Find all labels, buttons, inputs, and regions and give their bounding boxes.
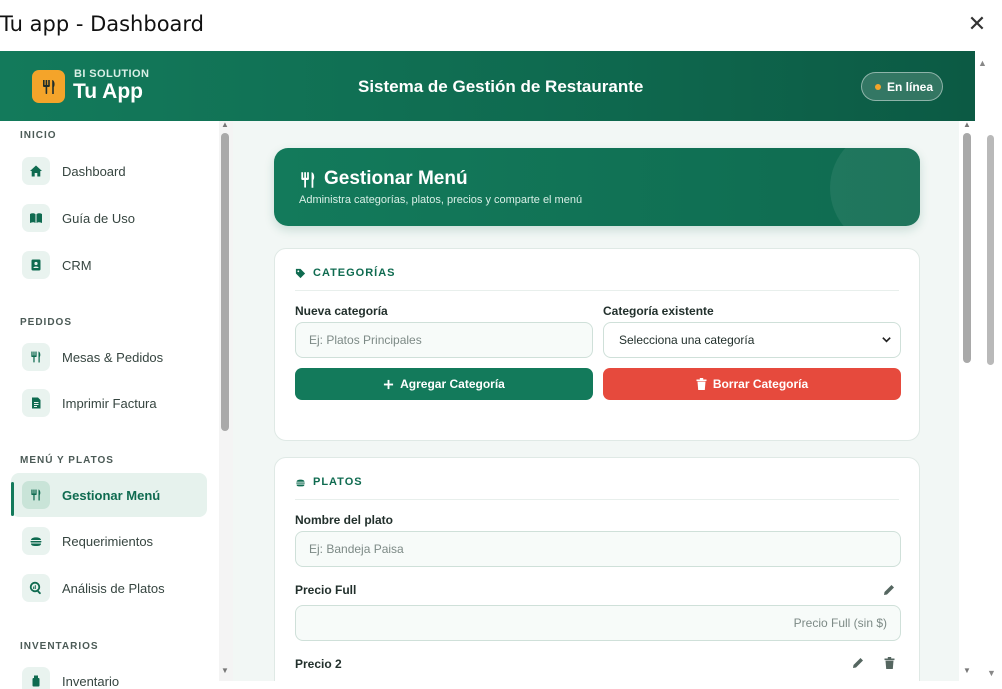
nombre-plato-label: Nombre del plato (295, 513, 394, 527)
window-scrollbar[interactable]: ▼ (975, 51, 1002, 689)
burger-icon (295, 477, 306, 488)
nueva-categoria-input[interactable]: Ej: Platos Principales (295, 322, 593, 358)
sidebar-item-requerimientos[interactable]: Requerimientos (11, 519, 207, 563)
scroll-down-icon[interactable]: ▼ (963, 666, 971, 675)
sidebar-item-crm[interactable]: CRM (11, 243, 207, 287)
categoria-existente-select[interactable]: Selecciona una categoría (603, 322, 901, 358)
trash-icon[interactable] (881, 655, 897, 671)
divider (295, 290, 899, 291)
sidebar-item-dashboard[interactable]: Dashboard (11, 149, 207, 193)
status-dot-icon (875, 83, 881, 90)
sidebar-item-label: CRM (62, 257, 92, 273)
categorias-card: CATEGORÍAS Nueva categoría Ej: Platos Pr… (274, 248, 920, 441)
categorias-heading-label: CATEGORÍAS (313, 267, 396, 279)
window-scrollbar-thumb[interactable] (987, 135, 994, 365)
categoria-existente-label: Categoría existente (603, 304, 714, 318)
window-title: Tu app - Dashboard (0, 12, 205, 36)
utensils-icon (298, 170, 318, 195)
nueva-categoria-label: Nueva categoría (295, 304, 388, 318)
sidebar-item-guia[interactable]: Guía de Uso (11, 196, 207, 240)
add-category-label: Agregar Categoría (400, 377, 505, 391)
platos-heading-label: PLATOS (313, 476, 363, 488)
hero-decoration (830, 148, 920, 226)
home-icon (22, 157, 50, 185)
sidebar-item-inventario[interactable]: Inventario (11, 659, 207, 689)
page-title: Sistema de Gestión de Restaurante (358, 77, 644, 96)
scroll-up-icon[interactable]: ▲ (221, 120, 229, 129)
plus-icon (383, 379, 394, 390)
main-content: Gestionar Menú Administra categorías, pl… (233, 121, 975, 681)
receipt-icon (22, 389, 50, 417)
magnify-chart-icon (22, 574, 50, 602)
window-titlebar: Tu app - Dashboard ✕ (0, 0, 1002, 51)
sidebar-item-analisis[interactable]: Análisis de Platos (11, 566, 207, 610)
platos-card: PLATOS Nombre del plato Ej: Bandeja Pais… (274, 457, 920, 681)
box-icon (22, 667, 50, 689)
main-scrollbar[interactable]: ▲ ▼ (959, 120, 975, 681)
brand-tagline: BI SOLUTION (74, 68, 150, 80)
sidebar-item-label: Guía de Uso (62, 210, 135, 226)
delete-category-button[interactable]: Borrar Categoría (603, 368, 901, 400)
nombre-plato-placeholder: Ej: Bandeja Paisa (309, 542, 404, 556)
sidebar-scrollbar[interactable]: ▲ ▼ (219, 120, 233, 681)
precio-full-label: Precio Full (295, 583, 357, 597)
utensils-icon (22, 481, 50, 509)
divider (295, 499, 899, 500)
hero-title: Gestionar Menú (324, 168, 468, 189)
chevron-down-icon (881, 334, 892, 348)
sidebar-item-label: Dashboard (62, 163, 126, 179)
scroll-up-icon[interactable]: ▲ (978, 58, 987, 68)
add-category-button[interactable]: Agregar Categoría (295, 368, 593, 400)
sidebar-item-label: Análisis de Platos (62, 580, 165, 596)
scroll-up-icon[interactable]: ▲ (963, 120, 971, 129)
sidebar-item-mesas[interactable]: Mesas & Pedidos (11, 335, 207, 379)
nombre-plato-input[interactable]: Ej: Bandeja Paisa (295, 531, 901, 567)
sidebar-item-label: Mesas & Pedidos (62, 349, 164, 365)
nueva-categoria-placeholder: Ej: Platos Principales (309, 333, 422, 347)
sidebar-section-inventarios: INVENTARIOS (20, 641, 99, 652)
status-badge: En línea (861, 72, 943, 101)
sidebar-section-pedidos: PEDIDOS (20, 317, 73, 328)
sidebar-item-label: Gestionar Menú (62, 487, 161, 503)
tags-icon (295, 268, 306, 279)
sidebar-item-label: Requerimientos (62, 533, 154, 549)
utensils-icon (32, 70, 65, 103)
trash-icon (696, 378, 707, 390)
categorias-heading: CATEGORÍAS (295, 267, 396, 279)
categoria-existente-value: Selecciona una categoría (619, 333, 755, 347)
sidebar-item-label: Inventario (62, 673, 120, 689)
sidebar-section-inicio: INICIO (20, 130, 57, 141)
hero-subtitle: Administra categorías, platos, precios y… (299, 194, 583, 206)
hero-banner: Gestionar Menú Administra categorías, pl… (274, 148, 920, 226)
app-header: BI SOLUTION Tu App Sistema de Gestión de… (0, 51, 975, 121)
edit-icon[interactable] (881, 582, 897, 598)
delete-category-label: Borrar Categoría (712, 377, 809, 391)
scroll-down-icon[interactable]: ▼ (987, 668, 996, 678)
sidebar-item-label: Imprimir Factura (62, 395, 157, 411)
scroll-down-icon[interactable]: ▼ (221, 666, 229, 675)
precio-full-input[interactable]: Precio Full (sin $) (295, 605, 901, 641)
sidebar: INICIO Dashboard Guía de Uso CRM PEDIDOS… (0, 121, 219, 689)
close-icon[interactable]: ✕ (966, 14, 988, 36)
active-indicator (11, 482, 14, 516)
main-scrollbar-thumb[interactable] (963, 133, 971, 363)
sidebar-scrollbar-thumb[interactable] (221, 133, 229, 431)
burger-icon (22, 527, 50, 555)
sidebar-section-menu: MENÚ Y PLATOS (20, 455, 114, 466)
book-icon (22, 204, 50, 232)
precio-2-label: Precio 2 (295, 657, 342, 671)
sidebar-item-gestionar-menu[interactable]: Gestionar Menú (11, 473, 207, 517)
precio-full-placeholder: Precio Full (sin $) (793, 616, 887, 630)
edit-icon[interactable] (850, 655, 866, 671)
contact-card-icon (22, 251, 50, 279)
sidebar-item-factura[interactable]: Imprimir Factura (11, 381, 207, 425)
utensils-icon (22, 343, 50, 371)
brand-name: Tu App (73, 80, 143, 103)
platos-heading: PLATOS (295, 476, 363, 488)
status-label: En línea (887, 79, 934, 94)
